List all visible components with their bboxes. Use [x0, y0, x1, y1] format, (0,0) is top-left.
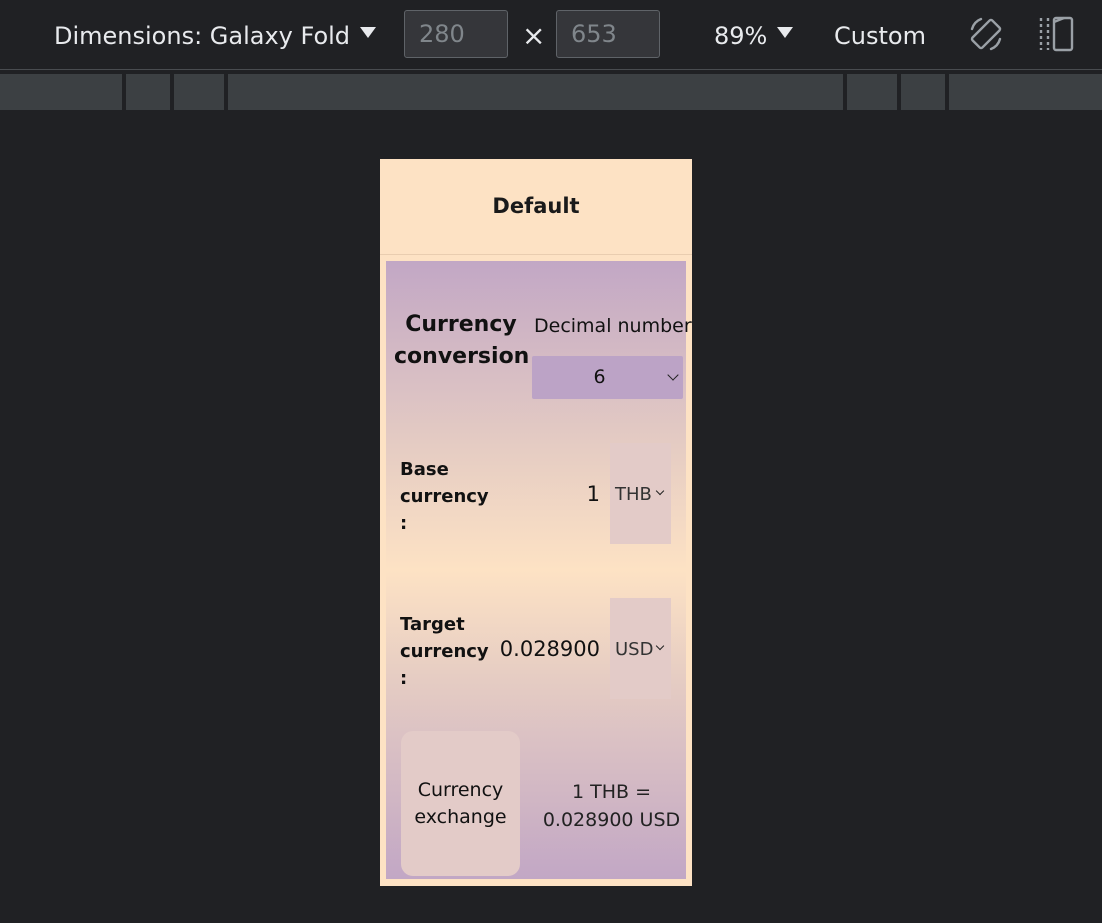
target-currency-select[interactable]: USD: [610, 598, 671, 699]
base-amount-input[interactable]: 1: [587, 482, 600, 506]
decimal-label: Decimal number: [534, 315, 692, 337]
ruler-segment[interactable]: [0, 74, 122, 110]
dropdown-triangle-icon: [777, 26, 794, 38]
base-currency-label: Base currency :: [400, 459, 489, 534]
rotate-button[interactable]: [966, 14, 1006, 54]
ruler-segment[interactable]: [228, 74, 843, 110]
zoom-label: 89%: [714, 22, 768, 50]
ruler-segment[interactable]: [949, 74, 1102, 110]
target-amount-input[interactable]: 0.028900: [500, 637, 600, 661]
dual-screen-button[interactable]: [1036, 14, 1076, 54]
rotate-icon: [970, 17, 1002, 51]
page-header: Default: [380, 159, 692, 255]
height-input[interactable]: [556, 10, 660, 58]
zoom-dropdown[interactable]: 89%: [714, 20, 794, 52]
throttle-dropdown[interactable]: Custom: [834, 20, 938, 52]
throttle-label: Custom: [834, 22, 926, 50]
page-title: Default: [492, 194, 580, 218]
chevron-down-icon: [655, 641, 665, 651]
chevron-down-icon: [667, 369, 679, 381]
exchange-button-line1: Currency: [417, 778, 504, 801]
decimal-select[interactable]: 6: [532, 356, 683, 399]
converter-panel: Currency conversion Decimal number 6 Bas…: [386, 261, 692, 879]
exchange-button-line2: exchange: [414, 805, 507, 828]
dimensions-label: Dimensions: Galaxy Fold: [54, 22, 351, 50]
currency-exchange-button[interactable]: Currency exchange: [401, 731, 520, 876]
ruler-segment[interactable]: [901, 74, 945, 110]
base-currency-select[interactable]: THB: [610, 443, 671, 544]
dropdown-triangle-icon: [360, 26, 377, 38]
result-line2: 0.028900 USD: [542, 809, 681, 831]
decimal-value: 6: [593, 366, 606, 388]
chevron-down-icon: [655, 486, 665, 496]
target-currency-value: USD: [615, 639, 654, 660]
dual-screen-icon: [1039, 16, 1074, 52]
device-viewport: Default Currency conversion Decimal numb…: [380, 159, 692, 886]
width-input[interactable]: [404, 10, 508, 58]
device-toolbar: Dimensions: Galaxy Fold × 89% Custom: [0, 0, 1102, 70]
ruler-segment[interactable]: [174, 74, 224, 110]
target-currency-label: Target currency :: [400, 614, 489, 689]
ruler-segment[interactable]: [847, 74, 897, 110]
base-currency-value: THB: [615, 484, 652, 505]
result-line1: 1 THB =: [571, 781, 651, 803]
conversion-result: 1 THB = 0.028900 USD: [534, 778, 689, 834]
media-query-ruler: [0, 74, 1102, 110]
conversion-title: Currency conversion: [394, 312, 530, 369]
dimensions-dropdown[interactable]: Dimensions: Galaxy Fold: [54, 20, 377, 52]
times-separator: ×: [522, 19, 546, 52]
ruler-segment[interactable]: [126, 74, 170, 110]
